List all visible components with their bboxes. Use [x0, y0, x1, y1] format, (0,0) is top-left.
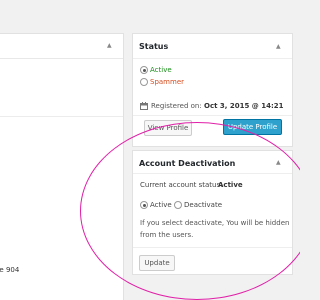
deactivation-help-line-1: If you select deactivate, You will be hi…: [140, 219, 290, 227]
status-box: Status ▲ Active Spammer Registered on: O…: [132, 33, 293, 147]
field-value-fragment: ne 904: [0, 266, 20, 274]
status-active-label: Active: [150, 66, 172, 74]
deactivation-help-line-2: from the users.: [140, 231, 194, 239]
collapse-arrow-icon[interactable]: ▲: [276, 44, 281, 50]
collapse-arrow-icon[interactable]: ▲: [107, 43, 112, 49]
status-spammer-radio[interactable]: [140, 78, 148, 86]
deactivation-active-label: Active: [150, 201, 172, 209]
calendar-icon: [140, 102, 148, 110]
divider: [133, 58, 292, 59]
deactivation-update-button[interactable]: Update: [139, 255, 175, 271]
status-spammer-label: Spammer: [150, 78, 184, 86]
main-panel-header: [0, 34, 123, 59]
view-profile-button[interactable]: View Profile: [144, 120, 192, 136]
deactivate-radio[interactable]: [174, 201, 182, 209]
current-status-value: Active: [218, 181, 243, 189]
registered-date: Oct 3, 2015 @ 14:21: [204, 102, 284, 110]
divider: [0, 116, 123, 117]
account-deactivation-box: Account Deactivation ▲ Current account s…: [132, 150, 293, 275]
main-panel: ▲ ne 904: [0, 33, 124, 300]
divider: [133, 115, 292, 116]
divider: [133, 173, 292, 174]
registered-label: Registered on:: [151, 102, 202, 110]
screen: ▲ ne 904 Status ▲ Active Spammer Registe…: [0, 0, 300, 300]
status-title: Status: [139, 42, 169, 51]
deactivate-label: Deactivate: [184, 201, 223, 209]
update-profile-button[interactable]: Update Profile: [223, 119, 282, 135]
collapse-arrow-icon[interactable]: ▲: [276, 160, 281, 166]
status-active-radio[interactable]: [140, 66, 148, 74]
current-status-label: Current account status:: [140, 181, 223, 189]
deactivation-active-radio[interactable]: [140, 201, 148, 209]
deactivation-title: Account Deactivation: [139, 159, 236, 168]
divider: [133, 247, 292, 248]
